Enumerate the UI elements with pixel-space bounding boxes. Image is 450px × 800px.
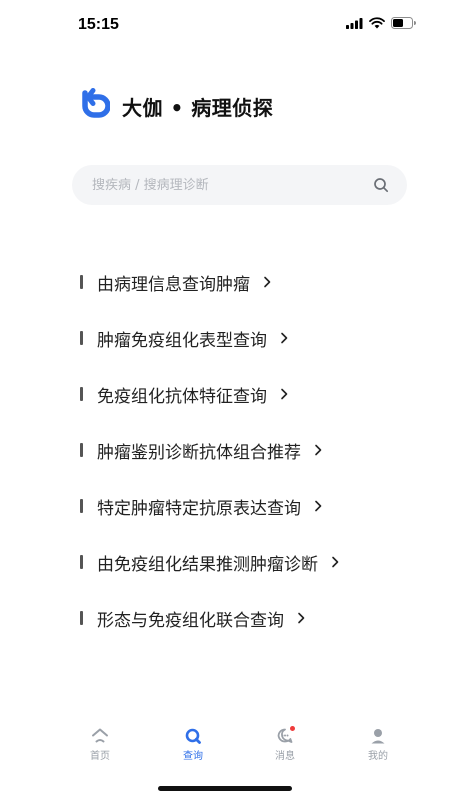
cellular-signal-icon xyxy=(346,17,363,29)
wifi-icon xyxy=(369,17,385,29)
battery-icon xyxy=(391,17,416,29)
status-bar: 15:15 xyxy=(0,0,450,48)
menu-item-label: 由病理信息查询肿瘤 xyxy=(97,274,250,295)
menu-item-differential-antibody-panel[interactable]: 肿瘤鉴别诊断抗体组合推荐 xyxy=(80,422,420,478)
menu-item-label: 肿瘤鉴别诊断抗体组合推荐 xyxy=(97,442,301,463)
query-menu-list: 由病理信息查询肿瘤 肿瘤免疫组化表型查询 免疫组化抗体特征查询 肿瘤鉴别诊断抗体… xyxy=(80,254,420,646)
menu-item-pathology-to-tumor[interactable]: 由病理信息查询肿瘤 xyxy=(80,254,420,310)
chevron-right-icon xyxy=(281,388,288,400)
tab-label: 消息 xyxy=(275,751,295,762)
search-input[interactable] xyxy=(92,165,362,205)
chevron-right-icon xyxy=(315,444,322,456)
bottom-tab-bar: 首页 查询 消息 我的 xyxy=(0,720,450,770)
profile-icon xyxy=(371,729,385,744)
menu-item-morphology-ihc-combined[interactable]: 形态与免疫组化联合查询 xyxy=(80,590,420,646)
menu-item-label: 形态与免疫组化联合查询 xyxy=(97,610,284,631)
tab-home[interactable]: 首页 xyxy=(70,720,130,770)
status-time: 15:15 xyxy=(78,16,119,33)
menu-bullet-bar xyxy=(80,555,83,569)
menu-bullet-bar xyxy=(80,611,83,625)
menu-bullet-bar xyxy=(80,443,83,457)
unread-badge xyxy=(290,726,295,731)
chevron-right-icon xyxy=(281,332,288,344)
tab-profile[interactable]: 我的 xyxy=(348,720,408,770)
menu-item-antigen-expression[interactable]: 特定肿瘤特定抗原表达查询 xyxy=(80,478,420,534)
home-indicator xyxy=(158,786,292,791)
tab-label: 首页 xyxy=(90,751,110,762)
chevron-right-icon xyxy=(315,500,322,512)
query-icon xyxy=(185,728,201,744)
menu-item-label: 特定肿瘤特定抗原表达查询 xyxy=(97,498,301,519)
chevron-right-icon xyxy=(264,276,271,288)
tab-messages[interactable]: 消息 xyxy=(255,720,315,770)
menu-bullet-bar xyxy=(80,387,83,401)
menu-bullet-bar xyxy=(80,331,83,345)
search-bar[interactable] xyxy=(72,165,407,205)
chevron-right-icon xyxy=(298,612,305,624)
menu-item-label: 免疫组化抗体特征查询 xyxy=(97,386,267,407)
chevron-right-icon xyxy=(332,556,339,568)
app-title: 大伽 • 病理侦探 xyxy=(122,96,274,120)
menu-item-ihc-antibody-features[interactable]: 免疫组化抗体特征查询 xyxy=(80,366,420,422)
search-icon[interactable] xyxy=(373,177,389,193)
menu-item-label: 由免疫组化结果推测肿瘤诊断 xyxy=(97,554,318,575)
menu-bullet-bar xyxy=(80,275,83,289)
menu-bullet-bar xyxy=(80,499,83,513)
tab-label: 查询 xyxy=(183,751,203,762)
menu-item-label: 肿瘤免疫组化表型查询 xyxy=(97,330,267,351)
menu-item-tumor-ihc-phenotype[interactable]: 肿瘤免疫组化表型查询 xyxy=(80,310,420,366)
menu-item-ihc-to-diagnosis[interactable]: 由免疫组化结果推测肿瘤诊断 xyxy=(80,534,420,590)
status-icons xyxy=(346,17,416,29)
undo-arrow-logo-icon xyxy=(82,88,110,118)
home-icon xyxy=(92,728,108,743)
tab-query[interactable]: 查询 xyxy=(163,720,223,770)
tab-label: 我的 xyxy=(368,751,388,762)
